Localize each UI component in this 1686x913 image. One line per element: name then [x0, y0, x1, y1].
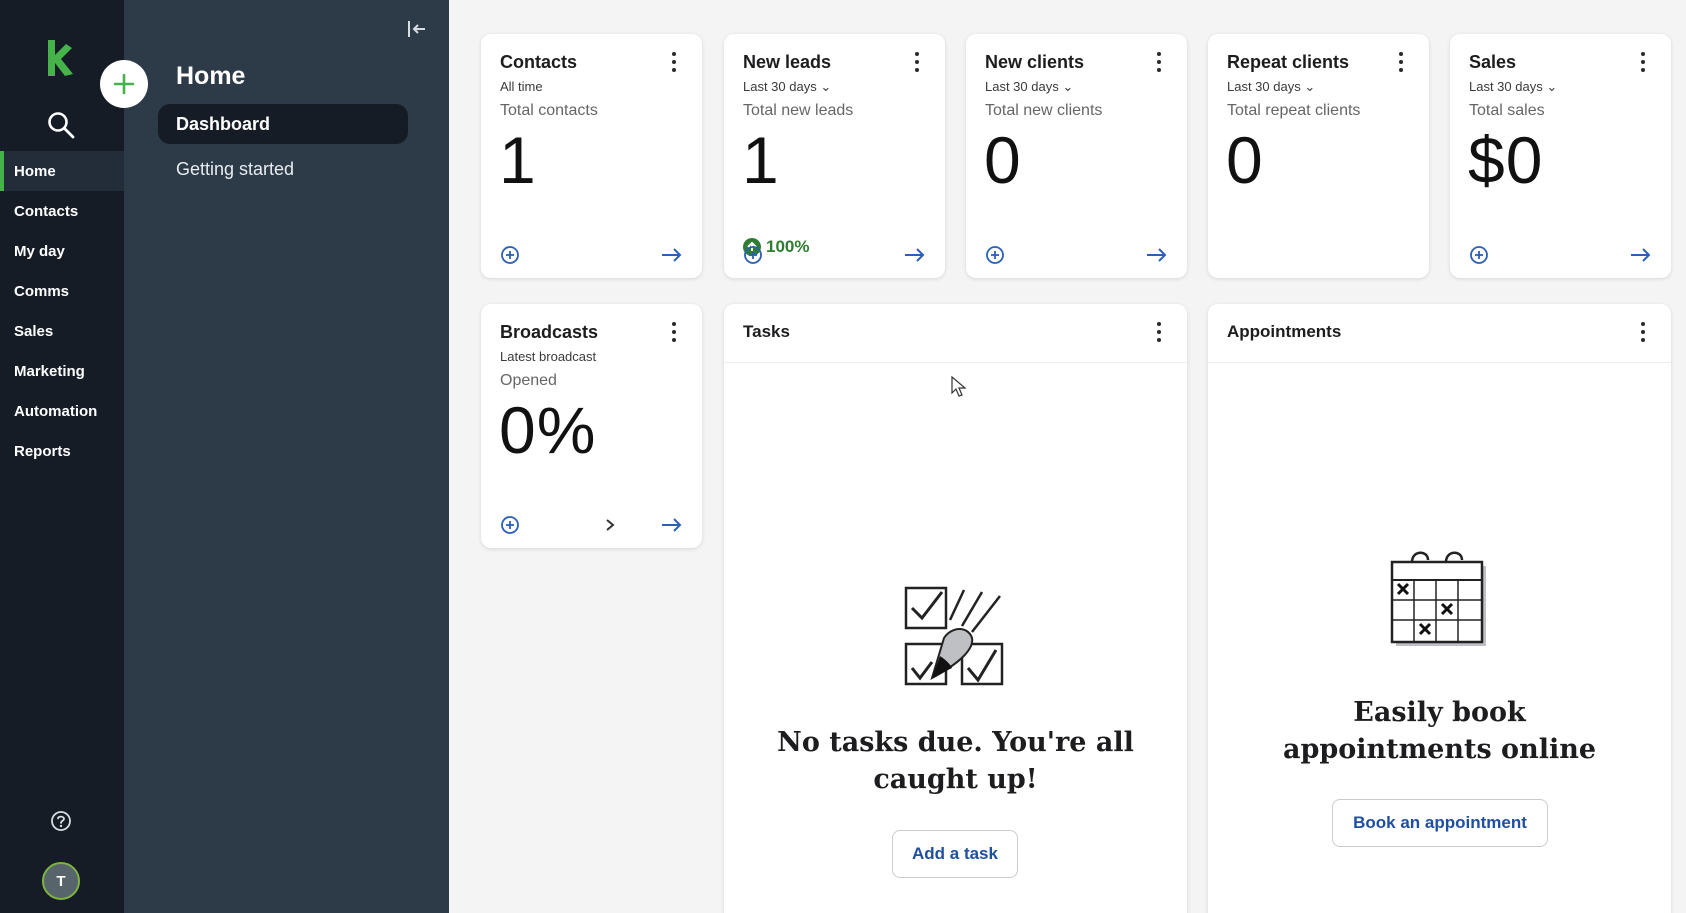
more-options-icon[interactable] [1151, 50, 1167, 74]
add-task-button[interactable]: Add a task [892, 830, 1018, 878]
sales-card: Sales Last 30 days ⌄ Total sales $0 [1450, 34, 1671, 278]
sidebar-item-automation[interactable]: Automation [0, 391, 124, 431]
time-range-dropdown[interactable]: Last 30 days ⌄ [985, 79, 1073, 95]
card-title: Appointments [1227, 322, 1342, 341]
card-title: New clients [985, 52, 1085, 72]
sidebar-item-sales[interactable]: Sales [0, 311, 124, 351]
sidebar-item-label: Contacts [14, 202, 79, 220]
calendar-illustration-icon [1390, 551, 1486, 646]
metric-label: Total new clients [985, 102, 1103, 119]
new-leads-card: New leads Last 30 days ⌄ Total new leads… [724, 34, 945, 278]
add-circle-icon[interactable] [743, 245, 763, 265]
sidebar-item-label: Sales [14, 322, 54, 340]
card-title: Sales [1469, 52, 1517, 72]
search-icon[interactable] [46, 110, 76, 140]
sidebar-item-comms[interactable]: Comms [0, 271, 124, 311]
sidebar-item-contacts[interactable]: Contacts [0, 191, 124, 231]
subnav-item-getting-started[interactable]: Getting started [158, 149, 408, 189]
metric-label: Total sales [1469, 102, 1545, 119]
broadcasts-card: Broadcasts Latest broadcast Opened 0% [481, 304, 702, 548]
new-clients-card: New clients Last 30 days ⌄ Total new cli… [966, 34, 1187, 278]
time-range-value: Last 30 days [743, 79, 817, 94]
metric-value: 1 [742, 123, 780, 197]
tasks-empty-message: No tasks due. You're all caught up! [777, 727, 1134, 795]
book-appointment-button[interactable]: Book an appointment [1332, 799, 1548, 847]
more-options-icon[interactable] [1635, 50, 1651, 74]
sidebar-item-label: Reports [14, 442, 71, 460]
arrow-right-icon[interactable] [904, 247, 926, 263]
add-circle-icon[interactable] [985, 245, 1005, 265]
chevron-right-icon[interactable] [603, 517, 617, 533]
metric-value: 0% [499, 393, 597, 467]
change-percent: 100% [766, 237, 810, 256]
checklist-illustration-icon [904, 586, 1004, 686]
contacts-card: Contacts All time Total contacts 1 [481, 34, 702, 278]
sidebar-item-label: Automation [14, 402, 98, 420]
metric-label: Total contacts [500, 102, 598, 119]
time-range-value: Last 30 days [1469, 79, 1543, 94]
arrow-right-icon[interactable] [1630, 247, 1652, 263]
sidebar-item-label: My day [14, 242, 65, 260]
main-sidebar: Home Contacts My day Comms Sales Marketi… [0, 0, 124, 913]
time-range-dropdown[interactable]: Last 30 days ⌄ [1469, 79, 1557, 95]
time-range-dropdown[interactable]: Last 30 days ⌄ [743, 79, 831, 95]
divider [724, 362, 1187, 363]
card-title: Repeat clients [1227, 52, 1350, 72]
avatar[interactable]: T [42, 862, 80, 900]
mouse-cursor-icon [951, 376, 967, 397]
divider [1208, 362, 1671, 363]
sidebar-item-label: Home [14, 162, 56, 180]
add-circle-icon[interactable] [500, 515, 520, 535]
add-circle-icon[interactable] [1469, 245, 1489, 265]
chevron-down-icon: ⌄ [1546, 79, 1558, 94]
more-options-icon[interactable] [1393, 50, 1409, 74]
chevron-down-icon: ⌄ [820, 79, 832, 94]
metric-label: Total new leads [743, 102, 854, 119]
subnav-item-dashboard[interactable]: Dashboard [158, 104, 408, 144]
sidebar-item-label: Comms [14, 282, 70, 300]
arrow-right-icon[interactable] [661, 247, 683, 263]
chevron-down-icon: ⌄ [1304, 79, 1316, 94]
more-options-icon[interactable] [666, 50, 682, 74]
metric-value: 0 [984, 123, 1022, 197]
help-icon[interactable] [50, 810, 72, 832]
sidebar-item-label: Marketing [14, 362, 85, 380]
metric-value: 0 [1226, 123, 1264, 197]
keap-logo[interactable] [44, 38, 74, 78]
sidebar-item-my-day[interactable]: My day [0, 231, 124, 271]
add-circle-icon[interactable] [500, 245, 520, 265]
more-options-icon[interactable] [1635, 320, 1651, 344]
subnav-item-label: Dashboard [176, 113, 271, 134]
page-title: Home [176, 62, 246, 90]
sidebar-item-home[interactable]: Home [0, 151, 124, 191]
collapse-sidebar-icon[interactable] [406, 18, 428, 40]
arrow-right-icon[interactable] [661, 517, 683, 533]
more-options-icon[interactable] [666, 320, 682, 344]
card-title: Broadcasts [500, 322, 599, 342]
subnav-item-label: Getting started [176, 158, 295, 179]
quick-add-button[interactable] [100, 60, 148, 108]
metric-value: $0 [1468, 123, 1544, 197]
metric-value: 1 [499, 123, 537, 197]
card-title: Contacts [500, 52, 578, 72]
appointments-card: Appointments Easily book appointments on… [1208, 304, 1671, 913]
card-title: New leads [743, 52, 832, 72]
time-range: All time [500, 79, 543, 94]
plus-icon [113, 73, 135, 95]
card-title: Tasks [743, 322, 790, 341]
more-options-icon[interactable] [909, 50, 925, 74]
metric-label: Opened [500, 372, 557, 389]
repeat-clients-card: Repeat clients Last 30 days ⌄ Total repe… [1208, 34, 1429, 278]
time-range: Latest broadcast [500, 349, 597, 364]
more-options-icon[interactable] [1151, 320, 1167, 344]
chevron-down-icon: ⌄ [1062, 79, 1074, 94]
time-range-dropdown[interactable]: Last 30 days ⌄ [1227, 79, 1315, 95]
time-range-value: Last 30 days [1227, 79, 1301, 94]
metric-label: Total repeat clients [1227, 102, 1361, 119]
sidebar-item-marketing[interactable]: Marketing [0, 351, 124, 391]
sidebar-item-reports[interactable]: Reports [0, 431, 124, 471]
time-range-value: Last 30 days [985, 79, 1059, 94]
arrow-right-icon[interactable] [1146, 247, 1168, 263]
appointments-empty-message: Easily book appointments online [1282, 697, 1597, 765]
